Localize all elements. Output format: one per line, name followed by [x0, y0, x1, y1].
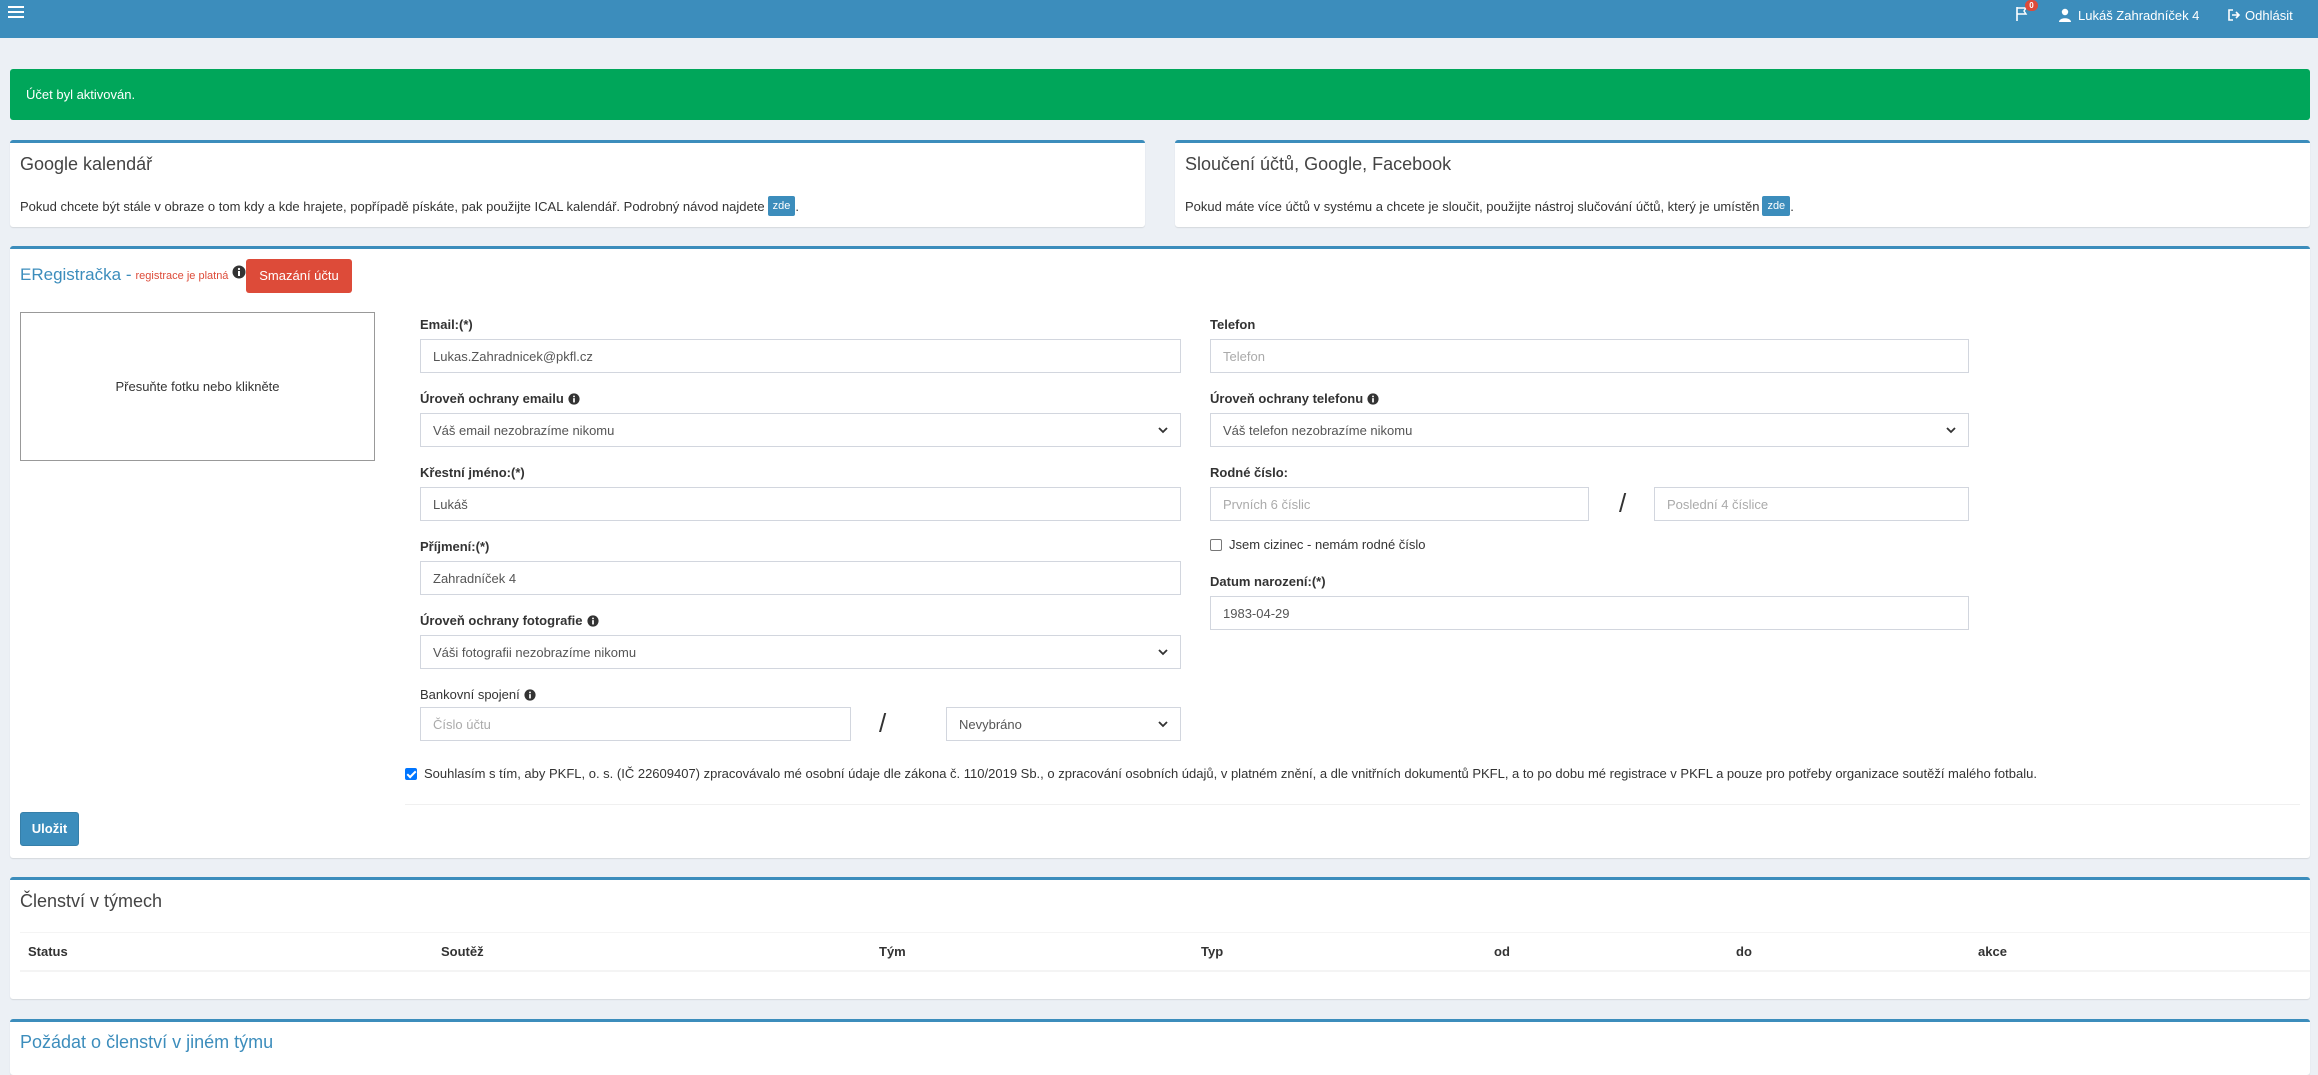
menu-toggle-icon[interactable] — [8, 6, 24, 20]
user-menu[interactable]: Lukáš Zahradníček 4 — [2058, 5, 2199, 25]
google-calendar-text: Pokud chcete být stále v obraze o tom kd… — [20, 198, 765, 214]
email-privacy-select[interactable]: Váš email nezobrazíme nikomu — [420, 413, 1181, 447]
eregistration-title: ERegistračka - — [20, 265, 132, 284]
registration-status: registrace je platná — [135, 270, 229, 282]
chevron-down-icon — [1158, 427, 1168, 434]
column-header-team[interactable]: Tým — [879, 933, 906, 971]
bank-code-selected: Nevybráno — [959, 716, 1022, 732]
column-header-status[interactable]: Status — [28, 933, 68, 971]
alert-message: Účet byl aktivován. — [26, 87, 136, 102]
user-name: Lukáš Zahradníček 4 — [2078, 7, 2200, 23]
first-name-label: Křestní jméno:(*) — [420, 465, 525, 480]
request-membership-title[interactable]: Požádat o členství v jiném týmu — [20, 1032, 273, 1053]
email-privacy-label-row: Úroveň ochrany emailu — [420, 391, 580, 406]
phone-privacy-label-row: Úroveň ochrany telefonu — [1210, 391, 1379, 406]
google-calendar-text-row: Pokud chcete být stále v obraze o tom kd… — [20, 196, 799, 216]
column-header-actions[interactable]: akce — [1978, 933, 2007, 971]
info-icon[interactable] — [232, 265, 246, 279]
chevron-down-icon — [1946, 427, 1956, 434]
birth-number-first-field[interactable] — [1210, 487, 1589, 521]
delete-account-button[interactable]: Smazání účtu — [246, 259, 352, 293]
email-privacy-label: Úroveň ochrany emailu — [420, 391, 564, 406]
merge-accounts-box: Sloučení účtů, Google, Facebook Pokud má… — [1175, 140, 2310, 227]
column-header-to[interactable]: do — [1736, 933, 1752, 971]
photo-dropzone-label: Přesuňte fotku nebo klikněte — [115, 379, 280, 394]
birth-date-label: Datum narození:(*) — [1210, 574, 1326, 589]
chevron-down-icon — [1158, 649, 1168, 656]
team-membership-title: Členství v týmech — [20, 891, 163, 911]
google-calendar-title: Google kalendář — [20, 154, 153, 174]
logout-label: Odhlásit — [2245, 7, 2293, 23]
column-header-from[interactable]: od — [1494, 933, 1510, 971]
phone-field[interactable] — [1210, 339, 1969, 373]
phone-privacy-label: Úroveň ochrany telefonu — [1210, 391, 1364, 406]
birth-number-last-field[interactable] — [1654, 487, 1969, 521]
foreigner-label: Jsem cizinec - nemám rodné číslo — [1229, 537, 1426, 552]
info-icon[interactable] — [586, 614, 599, 627]
logout-link[interactable]: Odhlásit — [2227, 5, 2293, 25]
email-label: Email:(*) — [420, 317, 473, 332]
photo-dropzone[interactable]: Přesuňte fotku nebo klikněte — [20, 312, 375, 461]
photo-privacy-label-row: Úroveň ochrany fotografie — [420, 613, 599, 628]
foreigner-checkbox-row: Jsem cizinec - nemám rodné číslo — [1210, 537, 1426, 552]
column-header-type[interactable]: Typ — [1201, 933, 1223, 971]
top-navbar: 0 Lukáš Zahradníček 4 Odhlásit — [0, 0, 2318, 38]
last-name-label: Příjmení:(*) — [420, 539, 490, 554]
bank-label-row: Bankovní spojení — [420, 687, 536, 702]
bank-account-field[interactable] — [420, 707, 851, 741]
bank-label: Bankovní spojení — [420, 687, 520, 702]
save-button[interactable]: Uložit — [20, 812, 79, 846]
photo-privacy-selected: Váši fotografii nezobrazíme nikomu — [433, 644, 637, 660]
foreigner-checkbox[interactable] — [1210, 538, 1222, 551]
phone-label: Telefon — [1210, 317, 1256, 332]
birth-number-separator: / — [1619, 488, 1627, 518]
notifications-button[interactable]: 0 — [2012, 0, 2038, 25]
merge-accounts-text: Pokud máte více účtů v systému a chcete … — [1185, 198, 1760, 214]
calendar-guide-link[interactable]: zde — [767, 196, 796, 216]
merge-accounts-text-row: Pokud máte více účtů v systému a chcete … — [1185, 196, 1794, 216]
consent-checkbox[interactable] — [405, 767, 417, 780]
bank-code-select[interactable]: Nevybráno — [946, 707, 1181, 741]
last-name-field[interactable] — [420, 561, 1181, 595]
merge-tool-link[interactable]: zde — [1762, 196, 1791, 216]
email-privacy-selected: Váš email nezobrazíme nikomu — [433, 422, 615, 438]
birth-number-label: Rodné číslo: — [1210, 465, 1289, 480]
merge-accounts-title: Sloučení účtů, Google, Facebook — [1185, 154, 1452, 174]
form-divider — [405, 804, 2300, 805]
google-calendar-box: Google kalendář Pokud chcete být stále v… — [10, 140, 1145, 227]
info-icon[interactable] — [568, 392, 580, 405]
membership-table-header: Status Soutěž Tým Typ od do akce — [20, 932, 2310, 972]
eregistration-title-row: ERegistračka - registrace je platná — [20, 265, 246, 285]
eregistration-box: ERegistračka - registrace je platná Smaz… — [10, 246, 2310, 858]
bank-separator: / — [879, 708, 887, 738]
request-membership-box: Požádat o členství v jiném týmu — [10, 1019, 2310, 1075]
info-icon[interactable] — [1367, 392, 1379, 405]
team-membership-box: Členství v týmech Status Soutěž Tým Typ … — [10, 877, 2310, 999]
notifications-badge: 0 — [2025, 0, 2038, 11]
email-field[interactable] — [420, 339, 1181, 373]
consent-checkbox-row: Souhlasím s tím, aby PKFL, o. s. (IČ 226… — [405, 766, 2037, 781]
phone-privacy-select[interactable]: Váš telefon nezobrazíme nikomu — [1210, 413, 1969, 447]
success-alert: Účet byl aktivován. — [10, 69, 2310, 120]
photo-privacy-select[interactable]: Váši fotografii nezobrazíme nikomu — [420, 635, 1181, 669]
user-icon — [2059, 8, 2071, 22]
birth-date-field[interactable] — [1210, 596, 1969, 630]
sign-out-icon — [2228, 9, 2241, 21]
first-name-field[interactable] — [420, 487, 1181, 521]
photo-privacy-label: Úroveň ochrany fotografie — [420, 613, 583, 628]
column-header-competition[interactable]: Soutěž — [441, 933, 484, 971]
info-icon[interactable] — [524, 688, 536, 701]
phone-privacy-selected: Váš telefon nezobrazíme nikomu — [1223, 422, 1413, 438]
chevron-down-icon — [1158, 721, 1168, 728]
consent-label: Souhlasím s tím, aby PKFL, o. s. (IČ 226… — [424, 766, 2037, 781]
